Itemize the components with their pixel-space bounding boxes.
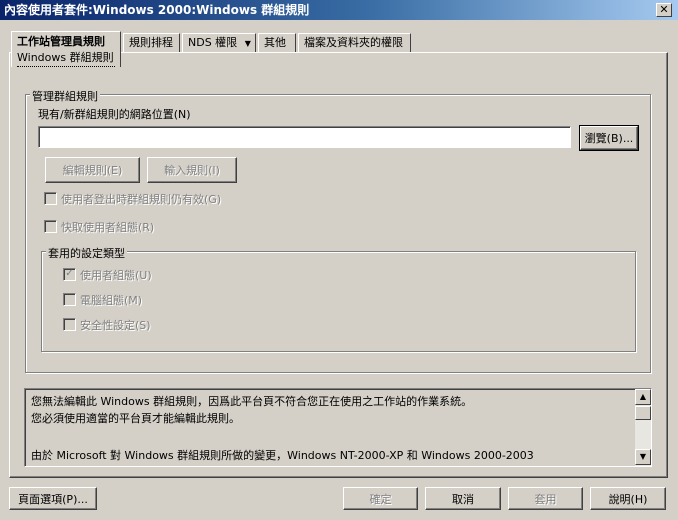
edit-policy-button[interactable]: 編輯規則(E) (45, 157, 140, 183)
import-policy-button[interactable]: 輸入規則(I) (147, 157, 237, 183)
arrow-down-icon: ▼ (639, 452, 647, 461)
close-icon: ✕ (659, 3, 669, 16)
tab-nds-rights[interactable]: NDS 權限 ▼ (182, 33, 256, 53)
checkbox-label: 快取使用者組態(R) (61, 221, 155, 234)
scroll-down-button[interactable]: ▼ (635, 449, 651, 465)
vertical-scrollbar[interactable]: ▲ ▼ (635, 389, 651, 466)
group-legend: 套用的設定類型 (46, 245, 127, 261)
tab-label: 檔案及資料夾的權限 (304, 36, 403, 49)
arrow-up-icon: ▲ (639, 392, 647, 401)
tab-workstation-manager-policies[interactable]: 工作站管理員規則 Windows 群組規則 (11, 31, 121, 67)
window-title: 內容使用者套件:Windows 2000:Windows 群組規則 (4, 3, 310, 17)
page-options-button[interactable]: 頁面選項(P)... (9, 487, 97, 510)
checkbox-user-config[interactable]: ✓ (63, 268, 76, 281)
checkbox-policy-effective-after-logout[interactable] (44, 192, 57, 205)
tab-label: 其他 (264, 36, 286, 49)
info-line: 由於 Microsoft 對 Windows 群組規則所做的變更，Windows… (31, 449, 534, 462)
tab-policy-schedule[interactable]: 規則排程 (123, 33, 180, 53)
cancel-button[interactable]: 取消 (425, 487, 501, 510)
title-bar[interactable]: 內容使用者套件:Windows 2000:Windows 群組規則 ✕ (0, 0, 678, 20)
browse-button[interactable]: 瀏覽(B)... (579, 125, 639, 151)
close-button[interactable]: ✕ (656, 3, 672, 17)
tab-label: NDS 權限 (188, 36, 238, 49)
checkbox-label: 使用者組態(U) (80, 269, 152, 282)
network-location-input[interactable] (38, 126, 571, 148)
chevron-down-icon[interactable]: ▼ (245, 39, 251, 48)
checkbox-computer-config[interactable] (63, 293, 76, 306)
subtab-windows-group-policy[interactable]: Windows 群組規則 (17, 51, 115, 67)
apply-button[interactable]: 套用 (508, 487, 583, 510)
ok-button[interactable]: 確定 (343, 487, 418, 510)
info-line: 您無法編輯此 Windows 群組規則，因爲此平台頁不符合您正在使用之工作站的作… (31, 395, 473, 408)
checkbox-security-settings[interactable] (63, 318, 76, 331)
info-text-box[interactable]: 您無法編輯此 Windows 群組規則，因爲此平台頁不符合您正在使用之工作站的作… (24, 388, 652, 467)
scroll-thumb[interactable] (635, 406, 651, 420)
group-legend: 管理群組規則 (30, 88, 100, 104)
info-line: 您必須使用適當的平台頁才能編輯此規則。 (31, 412, 240, 425)
help-button[interactable]: 說明(H) (590, 487, 666, 510)
tab-label: 規則排程 (129, 36, 173, 49)
scroll-up-button[interactable]: ▲ (635, 389, 651, 405)
checkbox-label: 安全性設定(S) (80, 319, 151, 332)
check-icon: ✓ (65, 268, 74, 279)
tab-file-folder-rights[interactable]: 檔案及資料夾的權限 (298, 33, 411, 53)
network-location-label: 現有/新群組規則的網路位置(N) (38, 108, 191, 121)
checkbox-cache-user-config[interactable] (44, 220, 57, 233)
tab-label: 工作站管理員規則 (17, 35, 105, 48)
checkbox-label: 電腦組態(M) (80, 294, 143, 307)
tab-other[interactable]: 其他 (258, 33, 296, 53)
checkbox-label: 使用者登出時群組規則仍有效(G) (61, 193, 222, 206)
